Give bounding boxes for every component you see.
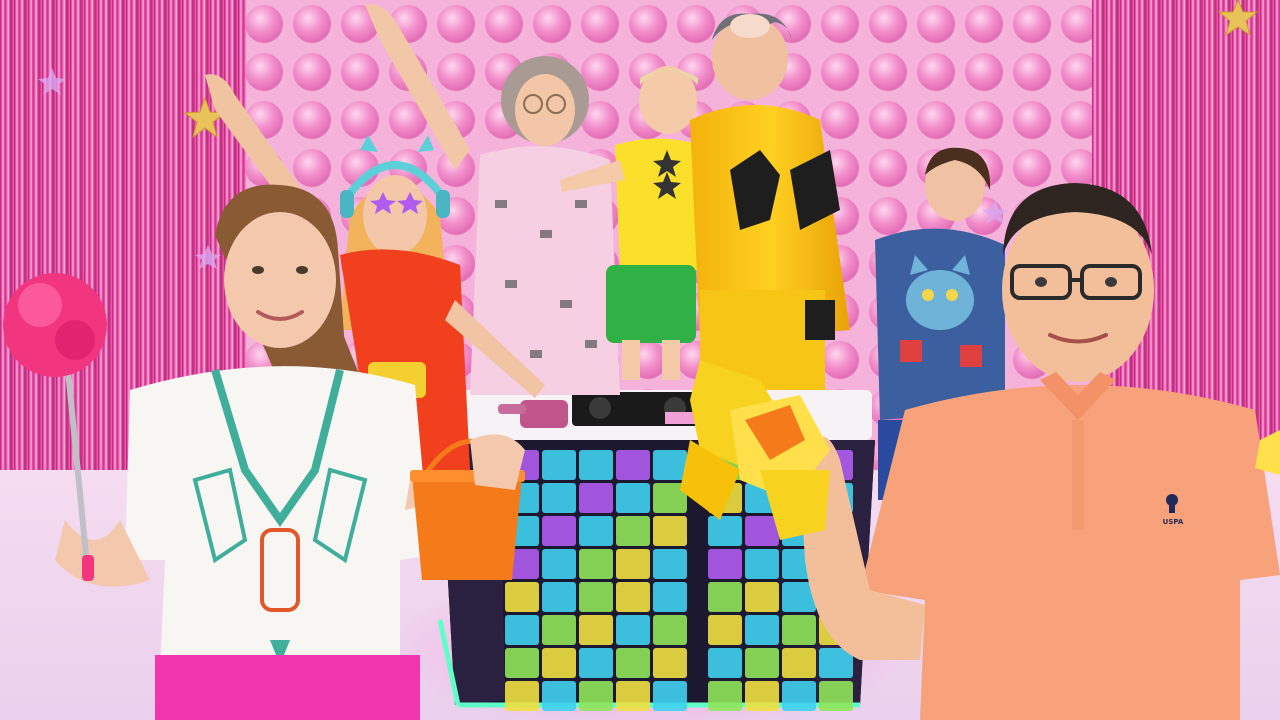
led-pad — [505, 615, 539, 645]
toy-microphone — [520, 400, 568, 428]
led-pad — [708, 681, 742, 711]
led-pad — [653, 549, 687, 579]
led-pad — [708, 615, 742, 645]
led-pad — [579, 681, 613, 711]
led-pad — [708, 648, 742, 678]
led-pad — [616, 549, 650, 579]
led-pad — [653, 615, 687, 645]
led-pad — [542, 549, 576, 579]
led-pad — [505, 582, 539, 612]
led-pad — [745, 615, 779, 645]
led-pad — [542, 516, 576, 546]
led-pad — [542, 648, 576, 678]
led-pad — [745, 681, 779, 711]
led-pad — [653, 681, 687, 711]
led-pad — [579, 450, 613, 480]
led-pad — [579, 615, 613, 645]
led-pad — [579, 516, 613, 546]
led-pad — [579, 549, 613, 579]
led-pad — [542, 450, 576, 480]
led-pad — [579, 582, 613, 612]
led-pad — [653, 516, 687, 546]
led-pad — [653, 450, 687, 480]
led-pad — [542, 582, 576, 612]
led-pad — [782, 681, 816, 711]
led-pad — [782, 648, 816, 678]
led-pad — [653, 582, 687, 612]
led-pad — [708, 549, 742, 579]
led-pad — [782, 615, 816, 645]
led-pad — [708, 582, 742, 612]
led-pad — [542, 615, 576, 645]
photo-scene: USPA — [0, 0, 1280, 720]
led-pad — [542, 681, 576, 711]
led-pad — [616, 648, 650, 678]
led-pad — [708, 516, 742, 546]
led-pad — [745, 516, 779, 546]
led-pad — [616, 450, 650, 480]
led-pad — [616, 483, 650, 513]
led-pad — [819, 681, 853, 711]
led-pad — [505, 648, 539, 678]
led-pad — [616, 516, 650, 546]
led-pad — [505, 681, 539, 711]
led-pad — [542, 483, 576, 513]
led-pad — [616, 681, 650, 711]
scene-illustration: USPA — [0, 0, 1280, 720]
led-pad — [579, 483, 613, 513]
led-pad — [745, 648, 779, 678]
led-pad — [653, 648, 687, 678]
led-pad — [745, 582, 779, 612]
controller-pads — [665, 412, 695, 424]
led-pad — [616, 582, 650, 612]
led-pad — [616, 615, 650, 645]
led-pad — [745, 549, 779, 579]
led-pad — [579, 648, 613, 678]
jog-wheel — [589, 397, 611, 419]
polo-logo-text: USPA — [1163, 518, 1184, 526]
